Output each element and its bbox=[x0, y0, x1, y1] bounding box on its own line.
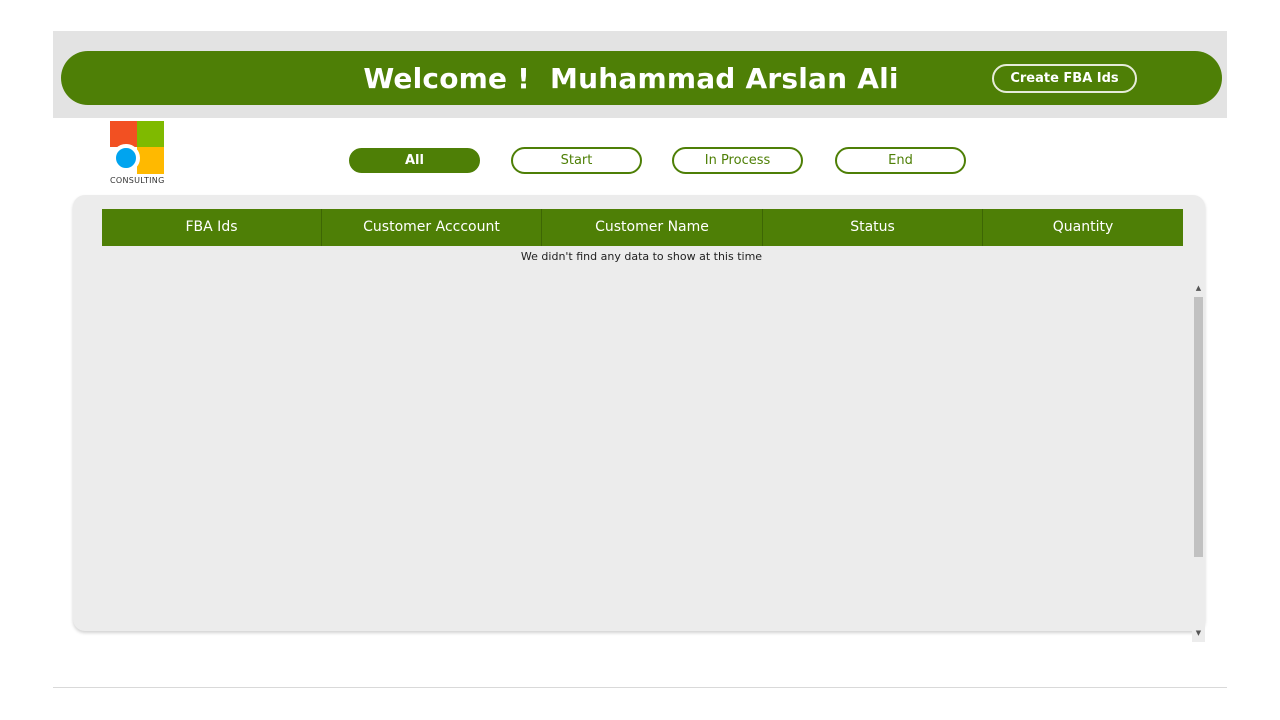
logo-text: CONSULTING bbox=[110, 176, 165, 185]
consulting-logo: CONSULTING bbox=[110, 121, 165, 187]
filter-tab-all[interactable]: All bbox=[349, 148, 480, 173]
table-header-row: FBA Ids Customer Acccount Customer Name … bbox=[102, 209, 1183, 246]
logo-yellow-square bbox=[137, 147, 164, 174]
filter-tab-end[interactable]: End bbox=[835, 147, 966, 174]
filter-tab-in-process[interactable]: In Process bbox=[672, 147, 803, 174]
logo-blue-circle-icon bbox=[112, 144, 140, 172]
footer-divider bbox=[53, 687, 1227, 688]
column-header-quantity[interactable]: Quantity bbox=[983, 209, 1183, 246]
logo-green-square bbox=[137, 121, 164, 147]
column-header-fba-ids[interactable]: FBA Ids bbox=[102, 209, 322, 246]
column-header-customer-account[interactable]: Customer Acccount bbox=[322, 209, 542, 246]
scroll-down-arrow-icon[interactable]: ▼ bbox=[1192, 629, 1205, 637]
scroll-up-arrow-icon[interactable]: ▲ bbox=[1192, 284, 1205, 292]
filter-tab-start[interactable]: Start bbox=[511, 147, 642, 174]
column-header-customer-name[interactable]: Customer Name bbox=[542, 209, 763, 246]
create-fba-ids-button[interactable]: Create FBA Ids bbox=[992, 64, 1137, 93]
empty-table-message: We didn't find any data to show at this … bbox=[520, 250, 763, 263]
column-header-status[interactable]: Status bbox=[763, 209, 983, 246]
scrollbar-thumb[interactable] bbox=[1194, 297, 1203, 557]
